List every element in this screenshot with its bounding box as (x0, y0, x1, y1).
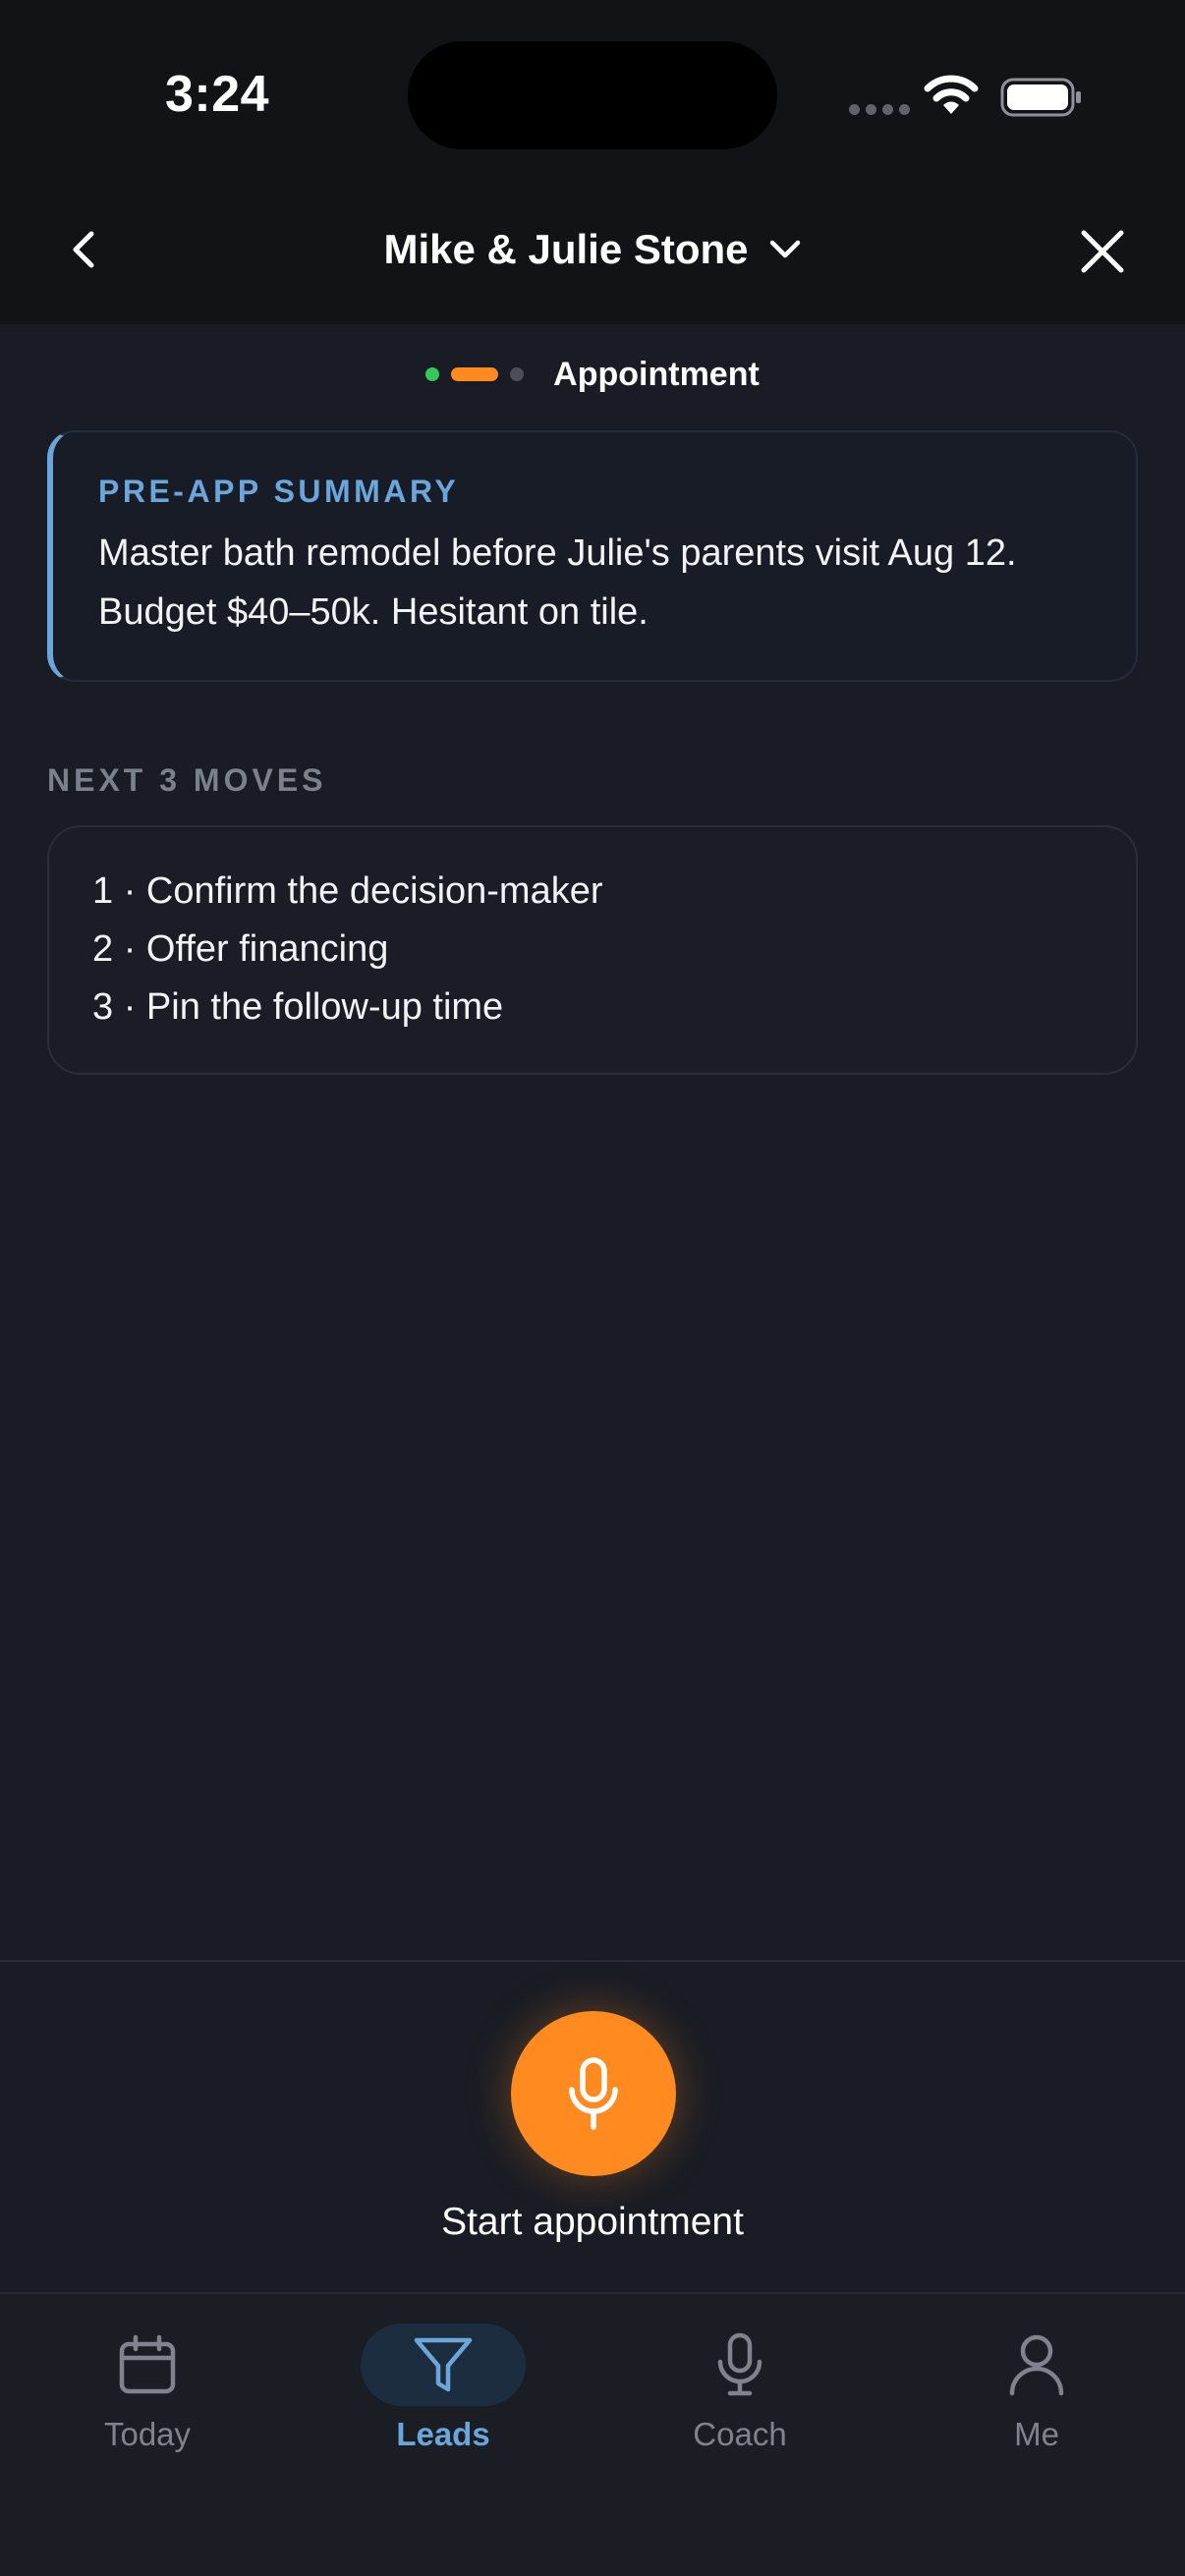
battery-icon (1000, 78, 1081, 117)
start-appointment-button[interactable] (511, 2011, 676, 2176)
next-moves-heading: NEXT 3 MOVES (47, 762, 327, 798)
step-label: Appointment (553, 355, 760, 393)
status-time: 3:24 (165, 66, 270, 123)
tab-label: Coach (693, 2416, 787, 2452)
microphone-icon (569, 2057, 618, 2130)
wifi-icon (924, 75, 979, 114)
move-item: 2 · Offer financing (92, 928, 389, 970)
move-item: 1 · Confirm the decision-maker (92, 870, 603, 912)
summary-body: Master bath remodel before Julie's paren… (98, 524, 1093, 642)
cellular-signal-icon (849, 104, 910, 116)
tab-label: Today (103, 2416, 192, 2452)
summary-title: PRE-APP SUMMARY (98, 474, 460, 509)
step-complete-dot (425, 367, 440, 381)
move-item: 3 · Pin the follow-up time (92, 986, 504, 1028)
dynamic-island (408, 41, 777, 149)
tab-icon-wrap (954, 2324, 1119, 2406)
calendar-icon (119, 2334, 176, 2394)
chevron-left-icon (73, 231, 94, 268)
tab-icon-wrap (657, 2324, 822, 2406)
start-appointment-label: Start appointment (441, 2201, 744, 2243)
screen: 3:24 Mike & Julie Stone Appointment PRE-… (0, 0, 1185, 2576)
step-current-pill (451, 367, 499, 381)
microphone-icon (717, 2332, 762, 2396)
top-bar: 3:24 Mike & Julie Stone (0, 0, 1185, 324)
tab-coach[interactable]: Coach (642, 2324, 838, 2471)
page-title: Mike & Julie Stone (383, 226, 749, 272)
tab-icon-wrap (65, 2324, 230, 2406)
tab-label: Leads (396, 2416, 490, 2452)
pre-app-summary-card: PRE-APP SUMMARY Master bath remodel befo… (47, 430, 1138, 682)
summary-line: Budget $40–50k. Hesitant on tile. (98, 591, 649, 633)
close-button[interactable] (1073, 222, 1132, 281)
chevron-down-icon (769, 240, 800, 258)
close-icon (1081, 230, 1124, 273)
summary-line: Master bath remodel before Julie's paren… (98, 532, 1017, 574)
back-button[interactable] (55, 222, 110, 277)
tab-label: Me (1014, 2416, 1059, 2452)
tab-bar: Today Leads Coach Me (0, 2292, 1185, 2576)
tab-icon-wrap (361, 2324, 526, 2406)
tab-me[interactable]: Me (938, 2324, 1135, 2471)
start-appointment-area: Start appointment (0, 1960, 1185, 2294)
person-icon (1009, 2334, 1064, 2396)
next-moves-card: 1 · Confirm the decision-maker 2 · Offer… (47, 825, 1138, 1075)
tab-today[interactable]: Today (49, 2324, 246, 2471)
lead-switcher[interactable]: Mike & Julie Stone (324, 220, 861, 279)
tab-leads[interactable]: Leads (345, 2324, 541, 2471)
step-indicator: Appointment (0, 352, 1185, 397)
step-dots (425, 367, 525, 381)
filter-icon (414, 2337, 473, 2392)
step-upcoming-dot (510, 367, 525, 381)
